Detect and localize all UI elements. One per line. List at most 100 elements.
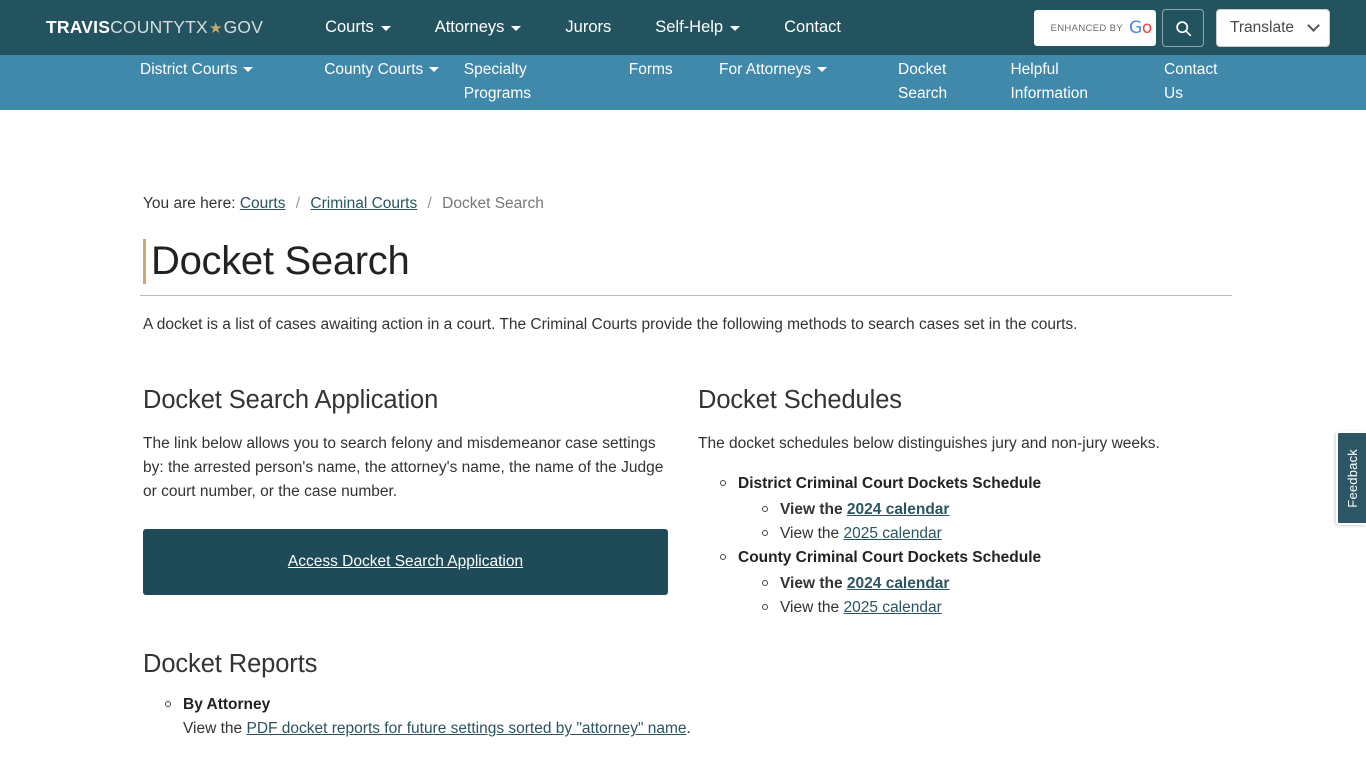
- subnav-item-forms[interactable]: Forms: [629, 58, 673, 106]
- chevron-down-icon: [511, 26, 522, 31]
- schedule-links-county: View the 2024 calendar View the 2025 cal…: [738, 572, 1236, 620]
- header-utilities: ENHANCED BY Go Translate: [1034, 9, 1330, 47]
- title-divider: [140, 294, 1232, 296]
- chevron-down-icon: [429, 67, 440, 72]
- docket-reports-list: By Attorney View the PDF docket reports …: [143, 693, 696, 768]
- chevron-down-icon: [1307, 18, 1320, 32]
- schedule-group-title-district: District Criminal Court Dockets Schedule: [738, 474, 1042, 492]
- subnav-item-contact-us[interactable]: Contact Us: [1164, 58, 1226, 106]
- bullet-icon: [165, 701, 171, 708]
- report-desc-prefix: View the: [183, 720, 247, 738]
- subnav-label-forms: Forms: [628, 61, 673, 78]
- list-item: View the 2025 calendar: [762, 596, 1236, 620]
- section-navigation: District Courts County Courts Specialty …: [0, 55, 1366, 110]
- bullet-icon: [762, 603, 768, 610]
- logo-travis: TRAVIS: [46, 16, 111, 37]
- left-column: Docket Search Application The link below…: [143, 386, 696, 768]
- list-item: By Attorney View the PDF docket reports …: [165, 693, 696, 741]
- schedule-group-title-county: County Criminal Court Dockets Schedule: [738, 548, 1042, 566]
- nav-item-attorneys[interactable]: Attorneys: [435, 12, 522, 43]
- chevron-down-icon: [817, 67, 828, 72]
- list-item: View the 2024 calendar: [762, 498, 1236, 522]
- district-2024-calendar-link[interactable]: 2024 calendar: [847, 501, 950, 518]
- translate-label: Translate: [1230, 19, 1295, 36]
- nav-label-self-help: Self-Help: [655, 18, 724, 36]
- view-prefix: View the: [780, 598, 844, 616]
- breadcrumb-link-courts[interactable]: Courts: [240, 195, 286, 212]
- heading-docket-reports: Docket Reports: [143, 650, 318, 679]
- list-item: View the 2025 calendar: [762, 522, 1236, 546]
- nav-item-contact[interactable]: Contact: [784, 12, 841, 43]
- view-prefix: View the: [780, 500, 847, 518]
- docket-schedules-list: District Criminal Court Dockets Schedule…: [698, 472, 1236, 620]
- subnav-label-for-attorneys: For Attorneys: [719, 61, 812, 78]
- nav-label-attorneys: Attorneys: [434, 18, 505, 36]
- list-item: County Criminal Court Dockets Schedule V…: [720, 546, 1236, 620]
- list-spacer: [183, 741, 696, 765]
- subnav-label-county-courts: County Courts: [324, 61, 424, 78]
- bullet-icon: [762, 505, 768, 512]
- bullet-icon: [762, 529, 768, 536]
- content-columns: Docket Search Application The link below…: [143, 386, 1236, 768]
- subnav-item-helpful-information[interactable]: Helpful Information: [1010, 58, 1092, 106]
- page-title-wrap: Docket Search: [143, 239, 1236, 284]
- docket-search-application-description: The link below allows you to search felo…: [143, 435, 664, 501]
- list-item: District Criminal Court Dockets Schedule…: [720, 472, 1236, 546]
- search-enhanced-label: ENHANCED BY: [1050, 22, 1124, 34]
- subnav-item-district-courts[interactable]: District Courts: [140, 58, 254, 106]
- cta-label: Access Docket Search Application: [287, 553, 524, 571]
- breadcrumb-link-criminal-courts[interactable]: Criminal Courts: [310, 195, 417, 212]
- heading-docket-search-application: Docket Search Application: [143, 386, 439, 415]
- view-prefix: View the: [780, 524, 844, 542]
- page-intro: A docket is a list of cases awaiting act…: [143, 315, 1078, 333]
- bullet-icon: [720, 553, 726, 560]
- nav-item-courts[interactable]: Courts: [325, 12, 391, 43]
- main-navigation: Courts Attorneys Jurors Self-Help Contac…: [325, 12, 841, 43]
- search-input[interactable]: ENHANCED BY Go: [1034, 10, 1156, 46]
- subnav-label-district-courts: District Courts: [140, 61, 238, 78]
- chevron-down-icon: [730, 26, 741, 31]
- breadcrumb-prefix: You are here:: [143, 195, 236, 212]
- logo-gov: GOV: [223, 16, 264, 37]
- report-title-by-attorney: By Attorney: [183, 696, 271, 714]
- subnav-item-for-attorneys[interactable]: For Attorneys: [719, 58, 828, 106]
- breadcrumb-separator: /: [427, 195, 432, 212]
- subnav-label-specialty-programs: Specialty Programs: [463, 61, 531, 102]
- search-icon: [1175, 20, 1191, 36]
- pdf-docket-reports-attorney-link[interactable]: PDF docket reports for future settings s…: [246, 720, 686, 737]
- view-prefix: View the: [780, 574, 847, 592]
- page-body: You are here: Courts / Criminal Courts /…: [0, 195, 1366, 768]
- nav-label-contact: Contact: [784, 18, 841, 36]
- county-2025-calendar-link[interactable]: 2025 calendar: [843, 599, 941, 616]
- list-item: View the 2024 calendar: [762, 572, 1236, 596]
- logo-countytx: COUNTYTX: [110, 16, 208, 37]
- bullet-icon: [720, 479, 726, 486]
- nav-item-jurors[interactable]: Jurors: [565, 12, 611, 43]
- site-header: TRAVISCOUNTYTX★GOV Courts Attorneys Juro…: [0, 0, 1366, 55]
- subnav-item-county-courts[interactable]: County Courts: [324, 58, 440, 106]
- star-icon: ★: [208, 19, 223, 37]
- subnav-label-helpful-information: Helpful Information: [1010, 61, 1089, 102]
- nav-label-courts: Courts: [325, 18, 374, 36]
- subnav-label-contact-us: Contact Us: [1164, 61, 1218, 102]
- page-title: Docket Search: [151, 239, 410, 283]
- docket-schedules-description: The docket schedules below distinguishes…: [698, 435, 1160, 453]
- subnav-item-docket-search[interactable]: Docket Search: [898, 58, 960, 106]
- feedback-tab[interactable]: Feedback: [1336, 431, 1366, 525]
- nav-item-self-help[interactable]: Self-Help: [655, 12, 741, 43]
- breadcrumb-separator: /: [295, 195, 301, 212]
- search-button[interactable]: [1162, 9, 1204, 47]
- feedback-label: Feedback: [1344, 448, 1360, 508]
- access-docket-search-application-button[interactable]: Access Docket Search Application: [143, 529, 668, 596]
- breadcrumb: You are here: Courts / Criminal Courts /…: [143, 195, 1236, 213]
- breadcrumb-current: Docket Search: [442, 195, 544, 212]
- translate-dropdown[interactable]: Translate: [1216, 9, 1330, 47]
- right-column: Docket Schedules The docket schedules be…: [696, 386, 1236, 768]
- subnav-item-specialty-programs[interactable]: Specialty Programs: [464, 58, 554, 106]
- docket-reports-section: Docket Reports By Attorney View the PDF …: [143, 650, 696, 768]
- nav-label-jurors: Jurors: [565, 18, 612, 36]
- site-logo[interactable]: TRAVISCOUNTYTX★GOV: [46, 16, 264, 37]
- county-2024-calendar-link[interactable]: 2024 calendar: [847, 575, 950, 592]
- district-2025-calendar-link[interactable]: 2025 calendar: [843, 525, 941, 542]
- report-description-by-attorney: View the PDF docket reports for future s…: [183, 717, 696, 741]
